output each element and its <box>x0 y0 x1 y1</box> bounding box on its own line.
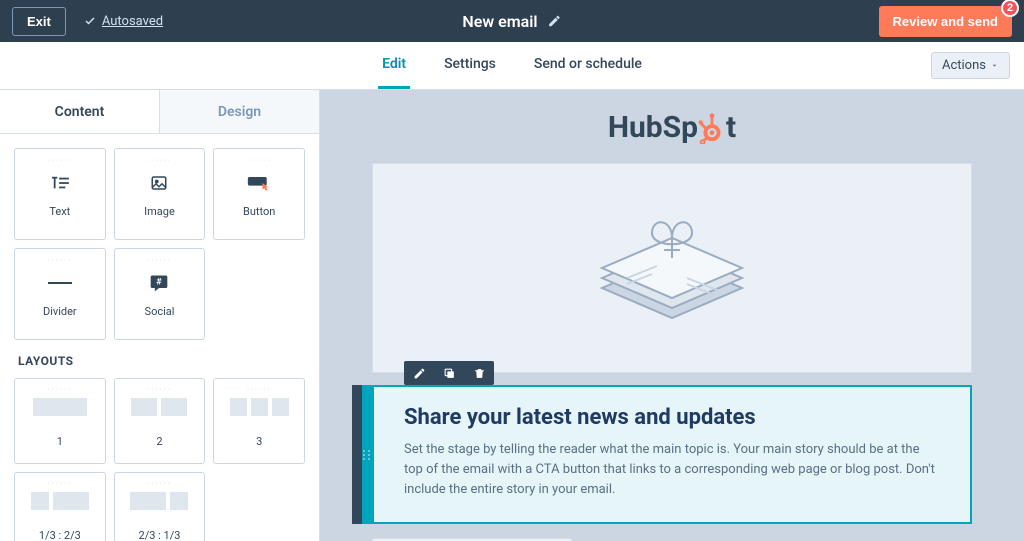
svg-text:#: # <box>157 277 163 287</box>
layout-1-2[interactable]: ······ 1/3 : 2/3 <box>14 472 106 541</box>
content-item-label: Image <box>144 205 175 218</box>
content-item-text[interactable]: ······ Text <box>14 148 106 240</box>
drag-handle[interactable] <box>362 385 372 524</box>
selected-content-block[interactable]: Share your latest news and updates Set t… <box>372 385 972 524</box>
actions-label: Actions <box>942 58 986 73</box>
layout-2-1[interactable]: ······ 2/3 : 1/3 <box>114 472 206 541</box>
edit-block-button[interactable] <box>404 361 434 385</box>
content-item-image[interactable]: ······ Image <box>114 148 206 240</box>
grip-icon: ······ <box>48 479 73 488</box>
layout-3-col[interactable]: ······ 3 <box>213 378 305 464</box>
content-item-label: Social <box>145 305 175 318</box>
layout-label: 3 <box>256 435 262 448</box>
layout-label: 2 <box>156 435 162 448</box>
sidebar-tab-content[interactable]: Content <box>0 90 159 134</box>
hubspot-logo: HubSp t <box>372 110 972 145</box>
sidebar-tab-design[interactable]: Design <box>159 90 319 134</box>
copy-icon <box>443 367 456 380</box>
layouts-heading: LAYOUTS <box>18 354 301 368</box>
grip-icon: ······ <box>48 156 73 165</box>
content-item-button[interactable]: ······ Button <box>213 148 305 240</box>
layout-1-col[interactable]: ······ 1 <box>14 378 106 464</box>
pencil-icon[interactable] <box>548 14 562 28</box>
grip-icon: ······ <box>247 385 272 394</box>
sprocket-icon <box>698 112 726 144</box>
review-badge: 2 <box>1001 0 1019 17</box>
autosave-status: Autosaved <box>84 14 163 29</box>
title-text: New email <box>462 12 537 31</box>
layout-2-col[interactable]: ······ 2 <box>114 378 206 464</box>
content-item-label: Divider <box>43 305 77 318</box>
review-and-send-button[interactable]: Review and send 2 <box>879 6 1012 37</box>
grip-icon: ······ <box>147 256 172 265</box>
logo-text: HubSp <box>608 110 698 145</box>
pencil-icon <box>413 367 426 380</box>
divider-icon <box>48 271 72 295</box>
top-bar: Exit Autosaved New email Review and send… <box>0 0 1024 42</box>
grip-dots-icon <box>363 450 371 460</box>
logo-text: t <box>726 110 736 145</box>
exit-button[interactable]: Exit <box>12 7 66 36</box>
chevron-down-icon <box>990 61 999 70</box>
clone-block-button[interactable] <box>434 361 464 385</box>
hero-image-placeholder[interactable] <box>372 163 972 373</box>
social-icon: # <box>147 271 171 295</box>
content-item-divider[interactable]: ······ Divider <box>14 248 106 340</box>
image-icon <box>147 171 171 195</box>
review-label: Review and send <box>893 14 998 29</box>
delete-block-button[interactable] <box>464 361 494 385</box>
grip-icon: ······ <box>147 479 172 488</box>
text-block[interactable]: Share your latest news and updates Set t… <box>372 385 972 524</box>
drag-handle-dark[interactable] <box>352 385 362 524</box>
content-item-label: Text <box>49 205 70 218</box>
text-icon <box>48 171 72 195</box>
tab-settings[interactable]: Settings <box>440 42 500 89</box>
trash-icon <box>473 367 486 380</box>
tab-edit[interactable]: Edit <box>378 42 410 89</box>
grip-icon: ······ <box>48 385 73 394</box>
button-icon <box>247 171 271 195</box>
sidebar: Content Design ······ Text ······ Image <box>0 90 320 541</box>
content-item-social[interactable]: ······ # Social <box>114 248 206 340</box>
content-item-label: Button <box>243 205 275 218</box>
email-canvas[interactable]: HubSp t <box>320 90 1024 541</box>
layout-label: 1/3 : 2/3 <box>39 529 81 541</box>
block-body-text: Set the stage by telling the reader what… <box>404 440 940 500</box>
layout-label: 1 <box>57 435 63 448</box>
block-toolbar <box>404 361 494 385</box>
grip-icon: ······ <box>48 256 73 265</box>
grip-icon: ······ <box>147 156 172 165</box>
block-heading: Share your latest news and updates <box>404 405 940 430</box>
grip-icon: ······ <box>247 156 272 165</box>
autosave-label[interactable]: Autosaved <box>102 14 163 29</box>
actions-dropdown[interactable]: Actions <box>931 52 1010 79</box>
stack-illustration-icon <box>572 198 772 338</box>
document-title: New email <box>462 12 561 31</box>
grip-icon: ······ <box>147 385 172 394</box>
tab-send-or-schedule[interactable]: Send or schedule <box>530 42 646 89</box>
check-icon <box>84 15 96 27</box>
secondary-nav: Edit Settings Send or schedule Actions <box>0 42 1024 90</box>
layout-label: 2/3 : 1/3 <box>139 529 181 541</box>
